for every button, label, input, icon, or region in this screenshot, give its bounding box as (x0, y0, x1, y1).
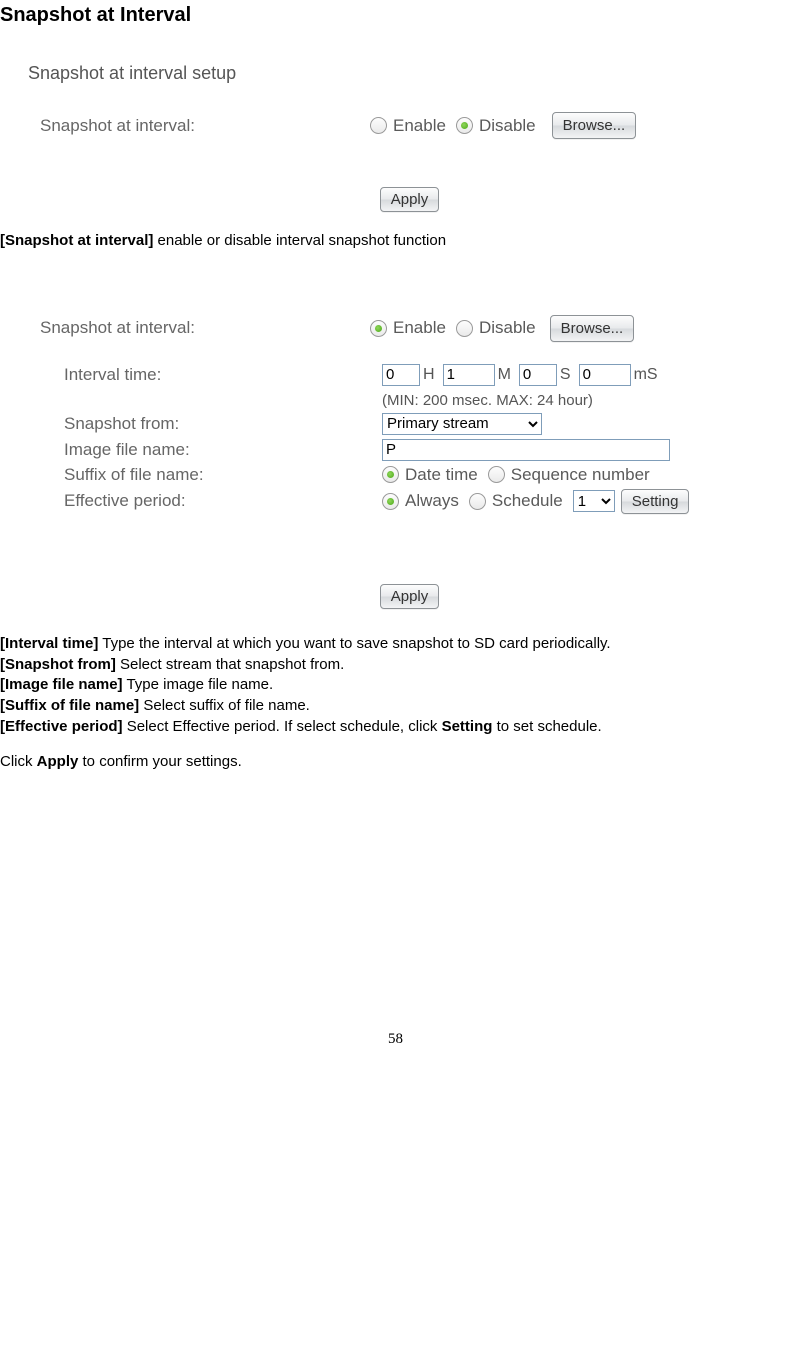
d2-t4: Select suffix of file name. (139, 697, 310, 714)
radio-label: Always (405, 491, 459, 511)
panel1-heading: Snapshot at interval setup (28, 63, 791, 84)
radio-icon (382, 493, 399, 510)
radio-icon (370, 320, 387, 337)
radio-icon (456, 117, 473, 134)
interval-ms-input[interactable] (579, 364, 631, 386)
d2-k4: [Suffix of file name] (0, 697, 139, 714)
effective-schedule-radio[interactable]: Schedule (469, 491, 563, 511)
radio-label: Disable (479, 116, 536, 136)
suffix-label: Suffix of file name: (28, 465, 382, 485)
d2-k2: [Snapshot from] (0, 656, 116, 673)
d2-k1: [Interval time] (0, 635, 98, 652)
desc1-key: [Snapshot at interval] (0, 232, 153, 249)
snapshot-disable-radio[interactable]: Disable (456, 318, 536, 338)
final-2: to confirm your settings. (78, 753, 241, 770)
radio-icon (370, 117, 387, 134)
schedule-select[interactable]: 1 (573, 490, 615, 512)
interval-m-input[interactable] (443, 364, 495, 386)
unit-s: S (560, 366, 571, 384)
radio-label: Disable (479, 318, 536, 338)
snapshot-disable-radio[interactable]: Disable (456, 116, 536, 136)
image-filename-label: Image file name: (28, 440, 382, 460)
setting-button[interactable]: Setting (621, 489, 690, 514)
d2-setting: Setting (442, 718, 493, 735)
snapshot-enable-radio[interactable]: Enable (370, 116, 446, 136)
apply-button[interactable]: Apply (380, 187, 440, 212)
d2-t5: Select Effective period. If select sched… (123, 718, 442, 735)
suffix-sequence-radio[interactable]: Sequence number (488, 465, 650, 485)
radio-label: Sequence number (511, 465, 650, 485)
d2-k3: [Image file name] (0, 676, 123, 693)
d2-t1: Type the interval at which you want to s… (98, 635, 610, 652)
radio-icon (488, 466, 505, 483)
d2-t5b: to set schedule. (492, 718, 601, 735)
browse-button[interactable]: Browse... (550, 315, 635, 342)
snapshot-from-select[interactable]: Primary stream (382, 413, 542, 435)
d2-t2: Select stream that snapshot from. (116, 656, 344, 673)
radio-label: Enable (393, 116, 446, 136)
interval-s-input[interactable] (519, 364, 557, 386)
snapshot-from-label: Snapshot from: (28, 414, 382, 434)
snapshot-interval-label: Snapshot at interval: (28, 116, 370, 136)
d2-k5: [Effective period] (0, 718, 123, 735)
apply-button[interactable]: Apply (380, 584, 440, 609)
interval-h-input[interactable] (382, 364, 420, 386)
page-title: Snapshot at Interval (0, 4, 791, 27)
radio-icon (382, 466, 399, 483)
browse-button[interactable]: Browse... (552, 112, 637, 139)
interval-time-label: Interval time: (28, 365, 382, 385)
effective-always-radio[interactable]: Always (382, 491, 459, 511)
unit-ms: mS (634, 366, 658, 384)
desc1-text: enable or disable interval snapshot func… (153, 232, 446, 249)
unit-m: M (498, 366, 511, 384)
radio-icon (456, 320, 473, 337)
final-apply: Apply (37, 753, 79, 770)
radio-icon (469, 493, 486, 510)
d2-t3: Type image file name. (123, 676, 274, 693)
setup-panel-2: Snapshot at interval: Enable Disable Bro… (28, 315, 791, 609)
radio-label: Enable (393, 318, 446, 338)
unit-h: H (423, 366, 435, 384)
image-filename-input[interactable] (382, 439, 670, 461)
interval-hint: (MIN: 200 msec. MAX: 24 hour) (382, 392, 593, 409)
final-1: Click (0, 753, 37, 770)
snapshot-enable-radio[interactable]: Enable (370, 318, 446, 338)
snapshot-interval-label: Snapshot at interval: (28, 318, 370, 338)
radio-label: Date time (405, 465, 478, 485)
effective-period-label: Effective period: (28, 491, 382, 511)
suffix-datetime-radio[interactable]: Date time (382, 465, 478, 485)
page-number: 58 (0, 1031, 791, 1064)
radio-label: Schedule (492, 491, 563, 511)
setup-panel-1: Snapshot at interval setup Snapshot at i… (28, 63, 791, 212)
